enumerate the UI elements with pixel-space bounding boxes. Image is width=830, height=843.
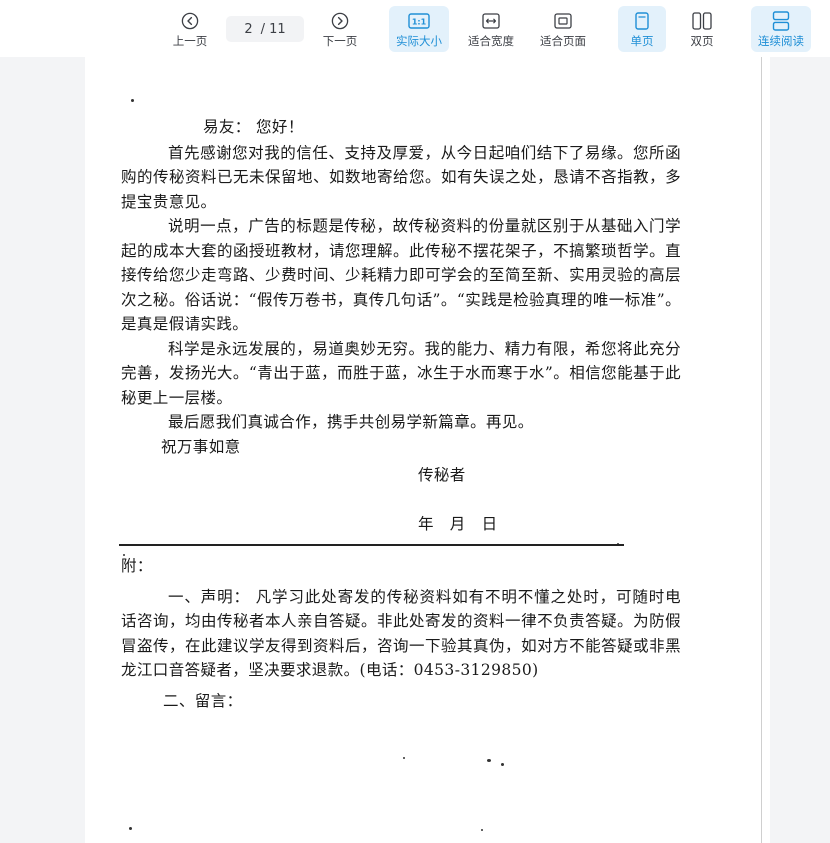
letter-content: 易友： 您好！ 首先感谢您对我的信任、支持及厚爱，从今日起咱们结下了易缘。您所函… xyxy=(119,115,681,713)
prev-page-button[interactable]: 上一页 xyxy=(168,6,212,52)
next-page-button[interactable]: 下一页 xyxy=(318,6,362,52)
fit-width-label: 适合宽度 xyxy=(468,34,514,48)
scan-edge-line xyxy=(761,57,762,843)
actual-size-button[interactable]: 1:1 实际大小 xyxy=(389,6,449,52)
viewer-toolbar: 上一页 2 / 11 下一页 1:1 实际大小 适合宽度 适合页面 单页 双页 … xyxy=(0,0,830,57)
single-page-label: 单页 xyxy=(630,34,654,48)
continuous-reading-button[interactable]: 连续阅读 xyxy=(751,6,811,52)
appendix-statement: 一、声明： 凡学习此处寄发的传秘资料如有不明不懂之处时，可随时电话咨询，均由传秘… xyxy=(121,587,681,680)
letter-closing-wish: 祝万事如意 xyxy=(161,437,241,456)
letter-date: 年 月 日 xyxy=(418,514,498,533)
letter-greeting: 易友： 您好！ xyxy=(203,118,304,136)
letter-paragraph: 科学是永远发展的，易道奥妙无穷。我的能力、精力有限，希您将此充分完善，发扬光大。… xyxy=(121,339,681,407)
fit-width-icon xyxy=(482,10,500,32)
chevron-right-circle-icon xyxy=(331,10,349,32)
letter-paragraph: 最后愿我们真诚合作，携手共创易学新篇章。再见。 xyxy=(168,413,534,431)
continuous-reading-label: 连续阅读 xyxy=(758,34,804,48)
chevron-left-circle-icon xyxy=(181,10,199,32)
single-page-icon xyxy=(635,10,649,32)
fit-page-icon xyxy=(554,10,572,32)
actual-size-icon: 1:1 xyxy=(408,10,430,32)
section-divider xyxy=(119,544,624,546)
single-page-button[interactable]: 单页 xyxy=(618,6,666,52)
scan-speck xyxy=(403,757,405,759)
scan-speck xyxy=(129,827,132,830)
scan-speck xyxy=(501,763,504,766)
continuous-reading-icon xyxy=(772,10,790,32)
next-page-label: 下一页 xyxy=(322,34,358,48)
svg-text:1:1: 1:1 xyxy=(412,18,427,27)
double-page-icon xyxy=(692,10,712,32)
scan-speck xyxy=(481,829,483,831)
current-page-input[interactable]: 2 xyxy=(244,22,252,37)
fit-page-label: 适合页面 xyxy=(540,34,586,48)
scan-speck xyxy=(131,99,134,102)
double-page-label: 双页 xyxy=(690,34,714,48)
fit-page-button[interactable]: 适合页面 xyxy=(535,6,591,52)
appendix-message: 二、留言： xyxy=(163,691,243,710)
appendix-label: 附： xyxy=(121,557,153,575)
fit-width-button[interactable]: 适合宽度 xyxy=(463,6,519,52)
page-number-box[interactable]: 2 / 11 xyxy=(226,16,304,42)
letter-paragraph: 首先感谢您对我的信任、支持及厚爱，从今日起咱们结下了易缘。您所函购的传秘资料已无… xyxy=(121,143,681,211)
document-page: 易友： 您好！ 首先感谢您对我的信任、支持及厚爱，从今日起咱们结下了易缘。您所函… xyxy=(85,57,770,843)
total-pages: / 11 xyxy=(260,21,286,37)
actual-size-label: 实际大小 xyxy=(396,34,442,48)
prev-page-label: 上一页 xyxy=(172,34,208,48)
double-page-button[interactable]: 双页 xyxy=(680,6,724,52)
letter-paragraph: 说明一点，广告的标题是传秘，故传秘资料的份量就区别于从基础入门学起的成本大套的函… xyxy=(121,217,681,333)
letter-signer: 传秘者 xyxy=(418,466,466,484)
scan-speck xyxy=(487,759,491,762)
